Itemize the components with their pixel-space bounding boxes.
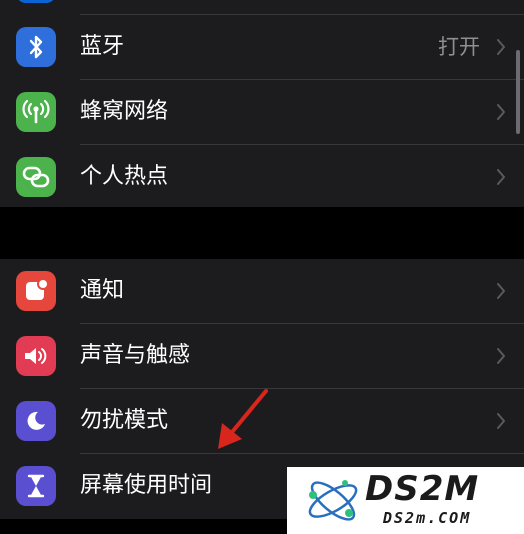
- settings-row-sounds[interactable]: 声音与触感: [0, 324, 524, 388]
- settings-row-label: 蜂窝网络: [80, 99, 169, 124]
- hourglass-icon: [16, 466, 56, 506]
- speaker-icon: [16, 336, 56, 376]
- watermark-subtitle: DS2m.COM: [383, 509, 472, 527]
- settings-row-label: 蓝牙: [80, 34, 125, 59]
- partial-top-icon: [16, 0, 56, 3]
- settings-row-label: 屏幕使用时间: [80, 473, 213, 498]
- bluetooth-icon: [16, 27, 56, 67]
- settings-row-notifications[interactable]: 通知: [0, 259, 524, 323]
- chevron-right-icon: [497, 283, 505, 299]
- red-arrow-icon: [218, 389, 268, 449]
- settings-row-label: 声音与触感: [80, 343, 191, 368]
- chevron-right-icon: [497, 104, 505, 120]
- chevron-right-icon: [497, 348, 505, 364]
- settings-row-label: 通知: [80, 278, 125, 303]
- personal-hotspot-icon: [16, 157, 56, 197]
- settings-group-connectivity: 蓝牙 打开 蜂窝网络 个人热点: [0, 0, 524, 207]
- chevron-right-icon: [497, 169, 505, 185]
- watermark: DS2M DS2m.COM: [287, 467, 524, 534]
- settings-row-hotspot[interactable]: 个人热点: [0, 145, 524, 209]
- scrollbar[interactable]: [516, 50, 520, 134]
- watermark-logo-icon: [308, 480, 358, 521]
- settings-row-label: 个人热点: [80, 164, 169, 189]
- settings-row-partial[interactable]: [0, 0, 524, 15]
- settings-row-bluetooth[interactable]: 蓝牙 打开: [0, 15, 524, 79]
- chevron-right-icon: [497, 39, 505, 55]
- chevron-right-icon: [497, 413, 505, 429]
- moon-icon: [16, 401, 56, 441]
- settings-row-cellular[interactable]: 蜂窝网络: [0, 80, 524, 144]
- settings-row-label: 勿扰模式: [80, 408, 169, 433]
- cellular-antenna-icon: [16, 92, 56, 132]
- notifications-icon: [16, 271, 56, 311]
- settings-row-value: 打开: [438, 35, 480, 59]
- watermark-title: DS2M: [365, 469, 480, 509]
